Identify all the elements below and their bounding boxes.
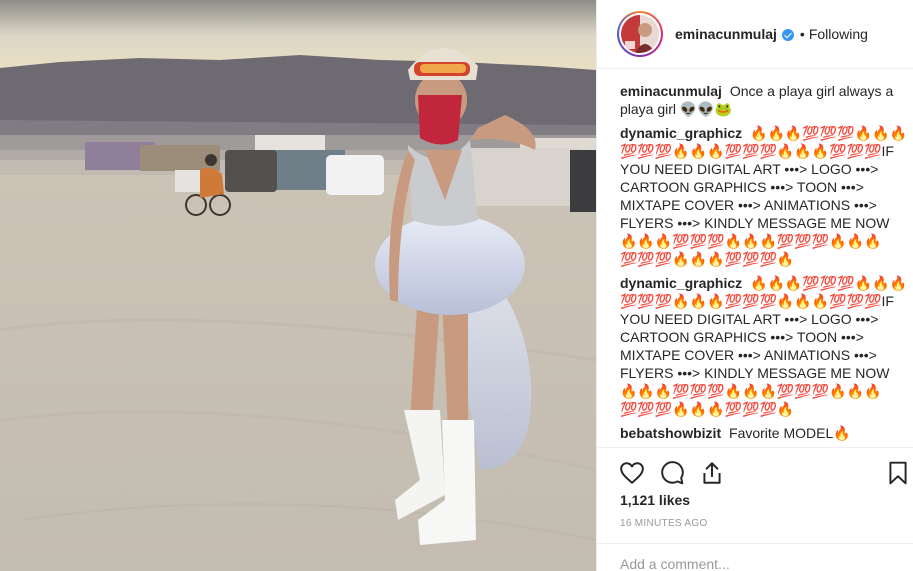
profile-picture-icon [621,15,659,53]
avatar-image [621,15,659,53]
comment-item: dynamic_graphicz 🔥🔥🔥💯💯💯🔥🔥🔥💯💯💯🔥🔥🔥💯💯💯🔥🔥🔥💯💯… [620,274,910,418]
comment-icon[interactable] [659,460,685,486]
comment-item: eminacunmulaj Once a playa girl always a… [620,82,910,118]
separator-dot: • [799,26,805,42]
comment-text: 🔥🔥🔥💯💯💯🔥🔥🔥💯💯💯🔥🔥🔥💯💯💯🔥🔥🔥💯💯💯IF YOU NEED DIGI… [620,275,907,417]
comments-list: eminacunmulaj Once a playa girl always a… [620,82,910,448]
comment-item: dynamic_graphicz 🔥🔥🔥💯💯💯🔥🔥🔥💯💯💯🔥🔥🔥💯💯💯🔥🔥🔥💯💯… [620,124,910,268]
comment-username[interactable]: dynamic_graphicz [620,275,742,291]
post-header: eminacunmulaj • Following [597,0,913,69]
likes-count[interactable]: 1,121 likes [620,492,690,508]
post-photo[interactable] [0,0,596,571]
heart-icon[interactable] [619,460,645,486]
post-actions-bar [597,447,913,497]
share-icon[interactable] [699,460,725,486]
comment-username[interactable]: eminacunmulaj [620,83,722,99]
post-author-username[interactable]: eminacunmulaj [675,26,777,42]
comment-text: Favorite MODEL🔥 [729,425,851,441]
comment-text: 🔥🔥🔥💯💯💯🔥🔥🔥💯💯💯🔥🔥🔥💯💯💯🔥🔥🔥💯💯💯IF YOU NEED DIGI… [620,125,907,267]
comment-item: bebatshowbizit Favorite MODEL🔥 [620,424,910,442]
comment-username[interactable]: dynamic_graphicz [620,125,742,141]
following-button[interactable]: Following [809,26,868,42]
post-timestamp[interactable]: 16 MINUTES AGO [620,518,708,529]
bookmark-icon[interactable] [885,460,911,486]
verified-badge-icon [781,29,794,41]
add-comment-section [597,543,913,571]
post-photo-image [0,0,596,571]
add-comment-input[interactable] [620,556,890,571]
post-details-panel: eminacunmulaj • Following eminacunmulaj … [596,0,913,571]
comment-username[interactable]: bebatshowbizit [620,425,721,441]
avatar[interactable] [617,11,663,57]
